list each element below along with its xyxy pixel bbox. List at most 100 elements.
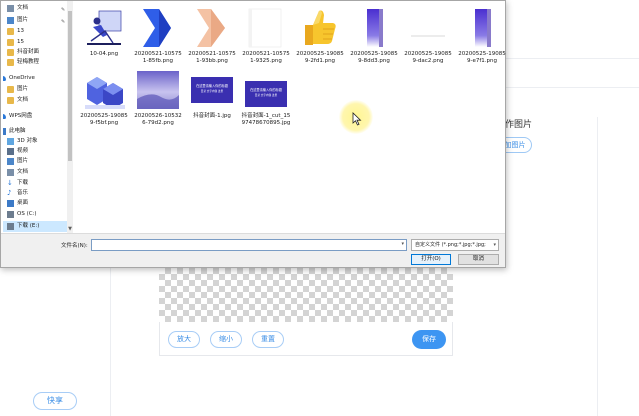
file-type-value: 自定义文件 (*.png;*.jpg;*.jpg; bbox=[415, 242, 486, 248]
file-name: 抖音封面-1_cut_1597478670895.jpg bbox=[241, 113, 291, 126]
sidebar-item[interactable]: 文档 ✎ bbox=[3, 3, 67, 14]
editor-toolbar: 放大 缩小 重置 保存 bbox=[159, 322, 453, 356]
sidebar-item-label: 下载 (E:) bbox=[17, 223, 40, 229]
sidebar-item-label: 图片 bbox=[17, 86, 29, 92]
sidebar-item-label: 13 bbox=[17, 28, 24, 34]
file-list: 10-04.png 20200521-105751-85fb.png 2020052… bbox=[73, 1, 507, 233]
reset-button[interactable]: 重置 bbox=[252, 331, 284, 348]
svg-text:目录 文字内容 这里: 目录 文字内容 这里 bbox=[201, 89, 224, 93]
video-icon bbox=[7, 148, 14, 155]
sidebar-item-label: 图片 bbox=[17, 17, 29, 23]
file-thumbnail bbox=[353, 7, 395, 49]
chevron-down-icon[interactable]: ▾ bbox=[401, 241, 404, 247]
file-item[interactable]: 在这里请输入你的标题 目录 文字内容 这里抖音封面-1.jpg bbox=[187, 65, 237, 143]
file-name: 20200526-105326-79d2.png bbox=[134, 113, 182, 126]
scrollbar-thumb[interactable] bbox=[68, 11, 72, 161]
background-divider bbox=[506, 87, 639, 88]
computer-icon bbox=[3, 128, 6, 135]
folder-icon bbox=[7, 39, 14, 46]
sidebar-item-label: 桌面 bbox=[17, 200, 29, 206]
folder-icon bbox=[7, 86, 14, 93]
sidebar-item[interactable]: 图片 bbox=[3, 156, 67, 167]
file-item[interactable]: 20200525-190859-f5bf.png bbox=[79, 65, 129, 143]
document-icon bbox=[7, 169, 14, 176]
upload-section-label: 作图片 bbox=[505, 120, 533, 130]
file-thumbnail bbox=[299, 7, 341, 49]
sidebar-item[interactable]: 文档 bbox=[3, 167, 67, 178]
folder-icon bbox=[7, 59, 14, 66]
svg-text:在这里请输入你的标题: 在这里请输入你的标题 bbox=[196, 83, 229, 88]
sidebar-item[interactable]: 图片 bbox=[3, 84, 67, 95]
background-divider bbox=[597, 117, 598, 416]
sidebar-item-label: 文档 bbox=[17, 169, 29, 175]
sidebar-item[interactable]: 13 bbox=[3, 26, 67, 37]
document-icon bbox=[7, 5, 14, 12]
download-icon: ↓ bbox=[7, 179, 13, 187]
background-divider bbox=[110, 268, 111, 416]
desktop-icon bbox=[7, 200, 14, 207]
filename-label: 文件名(N): bbox=[61, 243, 88, 249]
sidebar-item[interactable]: WPS网盘 bbox=[3, 111, 67, 122]
zoom-out-button[interactable]: 缩小 bbox=[210, 331, 242, 348]
zoom-in-button[interactable]: 放大 bbox=[168, 331, 200, 348]
file-thumbnail bbox=[83, 69, 125, 111]
file-thumbnail: 在这里请输入你的标题 目录 文字内容 这里 bbox=[191, 69, 233, 111]
file-item[interactable]: 20200525-190859-2fd1.png bbox=[295, 3, 345, 81]
file-name: 20200521-105751-9325.png bbox=[242, 51, 290, 64]
drive-icon bbox=[7, 223, 14, 230]
folder-icon bbox=[7, 49, 14, 56]
sidebar-item[interactable]: 桌面 bbox=[3, 198, 67, 209]
sidebar-item-label: OS (C:) bbox=[17, 211, 37, 217]
file-type-filter[interactable]: 自定义文件 (*.png;*.jpg;*.jpg; ▾ bbox=[411, 239, 499, 251]
sidebar-item-label: OneDrive bbox=[9, 75, 35, 81]
sidebar-item[interactable]: 下载 (E:) bbox=[3, 221, 67, 232]
cancel-button[interactable]: 取消 bbox=[458, 254, 499, 265]
cloud-drive-icon bbox=[3, 114, 6, 119]
sidebar-item[interactable]: 轻梅教程 bbox=[3, 57, 67, 68]
file-item[interactable]: 20200526-105326-79d2.png bbox=[133, 65, 183, 143]
file-thumbnail bbox=[137, 69, 179, 111]
file-name: 20200525-190859-dac2.png bbox=[404, 51, 452, 64]
file-name: 20200525-190859-f5bf.png bbox=[80, 113, 128, 126]
sidebar-item-label: WPS网盘 bbox=[9, 113, 33, 119]
picture-icon bbox=[7, 158, 14, 165]
folder-icon bbox=[7, 97, 14, 104]
file-name: 20200525-190859-2fd1.png bbox=[296, 51, 344, 64]
picture-icon bbox=[7, 17, 14, 24]
file-thumbnail bbox=[461, 7, 503, 49]
file-name: 抖音封面-1.jpg bbox=[193, 113, 231, 119]
file-name: 20200525-190859-8dd3.png bbox=[350, 51, 398, 64]
save-button[interactable]: 保存 bbox=[412, 330, 446, 349]
mouse-cursor-icon bbox=[352, 112, 362, 126]
music-icon: ♪ bbox=[7, 189, 12, 197]
filename-input[interactable]: ▾ bbox=[91, 239, 407, 251]
file-thumbnail bbox=[83, 7, 125, 49]
file-item[interactable]: 20200525-190859-8dd3.png bbox=[349, 3, 399, 81]
share-button[interactable]: 快享 bbox=[33, 392, 77, 410]
file-name: 20200521-105751-93bb.png bbox=[188, 51, 236, 64]
sidebar-item-label: 文档 bbox=[17, 5, 29, 11]
screen: 作图片 加图片 放大 缩小 重置 保存 快享 文档 ✎ 图片 ✎ 13 15 抖音封面 轻梅教… bbox=[0, 0, 639, 416]
file-open-dialog: 文档 ✎ 图片 ✎ 13 15 抖音封面 轻梅教程 OneDrive 图片 文档 WPS网盘 此电脑 3D… bbox=[0, 0, 506, 268]
transparent-canvas[interactable] bbox=[159, 268, 453, 322]
sidebar-item[interactable]: 文档 bbox=[3, 95, 67, 106]
folder-icon bbox=[7, 28, 14, 35]
open-button[interactable]: 打开(O) bbox=[411, 254, 451, 265]
file-item[interactable]: 20200525-190859-e7f1.png bbox=[457, 3, 507, 81]
file-thumbnail bbox=[407, 7, 449, 49]
drive-icon bbox=[7, 211, 14, 218]
file-name: 10-04.png bbox=[89, 51, 119, 57]
cube-icon bbox=[7, 138, 14, 145]
chevron-down-icon[interactable]: ▾ bbox=[493, 240, 496, 250]
sidebar-item-label: 文档 bbox=[17, 97, 29, 103]
file-thumbnail: 在这里请输入你的标题 目录 文字内容 这里 bbox=[245, 69, 287, 111]
dialog-footer: 文件名(N): ▾ 自定义文件 (*.png;*.jpg;*.jpg; ▾ 打开… bbox=[1, 233, 505, 267]
file-item[interactable]: 20200525-190859-dac2.png bbox=[403, 3, 453, 81]
sidebar-item[interactable]: 图片 ✎ bbox=[3, 15, 67, 26]
svg-text:目录 文字内容 这里: 目录 文字内容 这里 bbox=[255, 93, 278, 97]
cloud-icon bbox=[3, 76, 6, 81]
file-item[interactable]: 在这里请输入你的标题 目录 文字内容 这里抖音封面-1_cut_159747867… bbox=[241, 65, 291, 143]
image-editor-panel: 放大 缩小 重置 保存 bbox=[159, 268, 453, 356]
sidebar-item[interactable]: OneDrive bbox=[3, 73, 67, 84]
sidebar-item[interactable]: OS (C:) bbox=[3, 209, 67, 220]
